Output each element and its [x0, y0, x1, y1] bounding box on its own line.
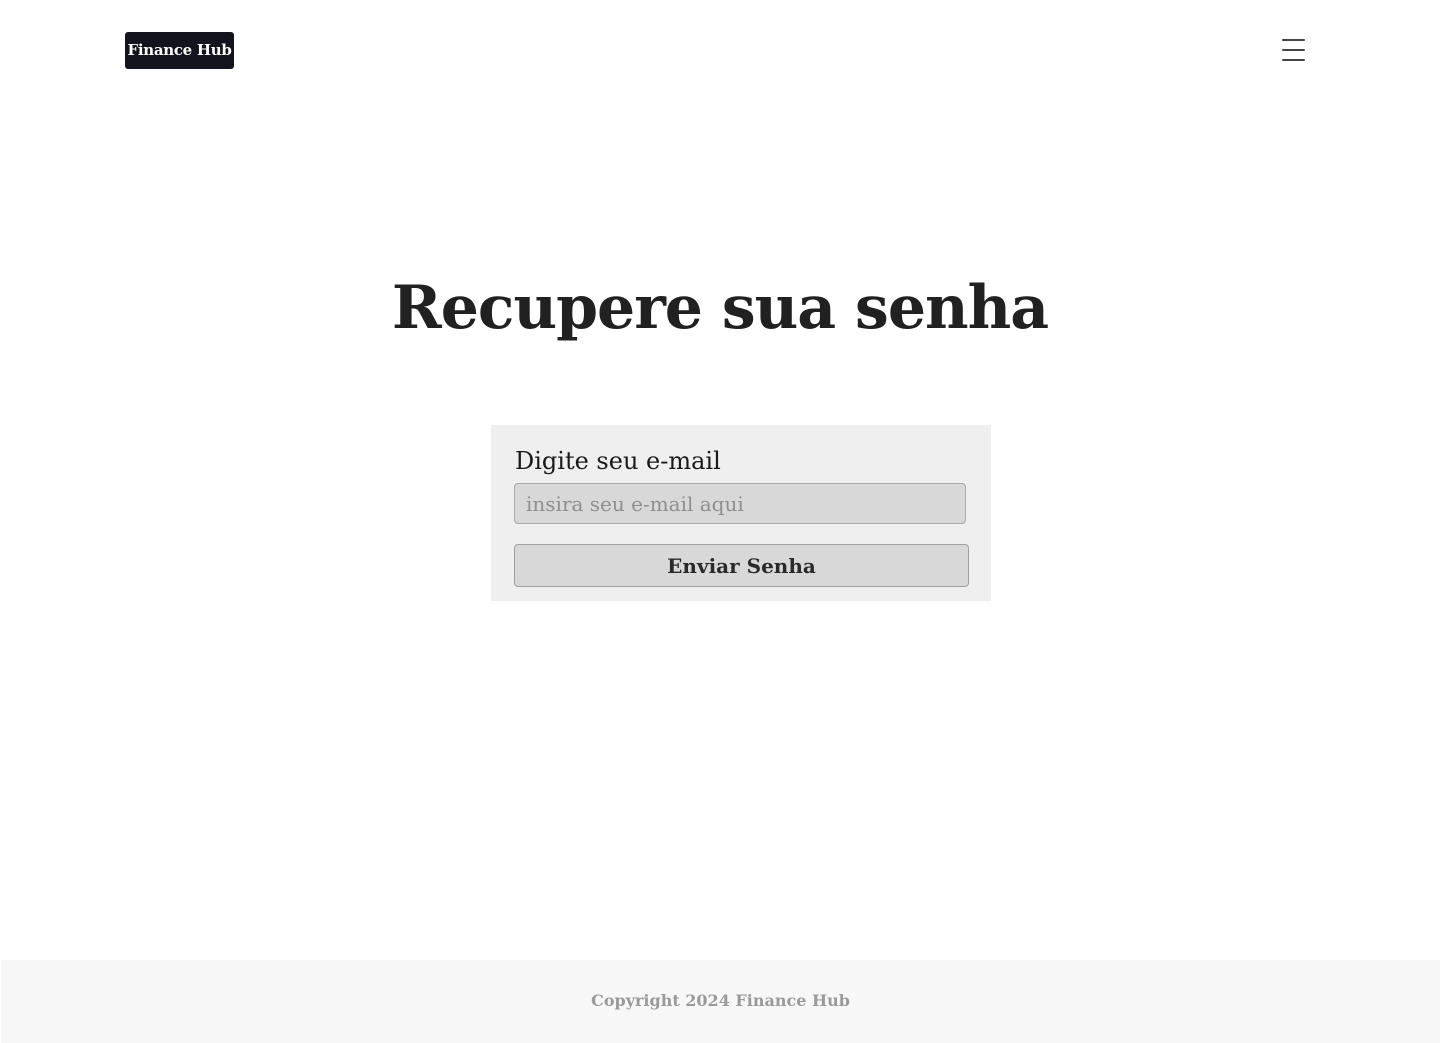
copyright-text: Copyright 2024 Finance Hub — [591, 991, 850, 1010]
send-password-button[interactable]: Enviar Senha — [514, 544, 969, 587]
menu-bar-top — [1282, 39, 1305, 41]
email-input[interactable] — [514, 483, 966, 524]
site-header: Finance Hub — [0, 0, 1440, 100]
site-footer: Copyright 2024 Finance Hub — [1, 960, 1440, 1043]
menu-bar-bottom — [1282, 59, 1305, 61]
password-recovery-form: Digite seu e-mail Enviar Senha — [491, 425, 991, 601]
menu-bar-middle — [1282, 49, 1305, 51]
logo-link[interactable]: Finance Hub — [125, 32, 234, 69]
email-label: Digite seu e-mail — [515, 447, 721, 475]
page-title: Recupere sua senha — [391, 273, 1049, 343]
hamburger-menu-icon[interactable] — [1278, 34, 1310, 66]
